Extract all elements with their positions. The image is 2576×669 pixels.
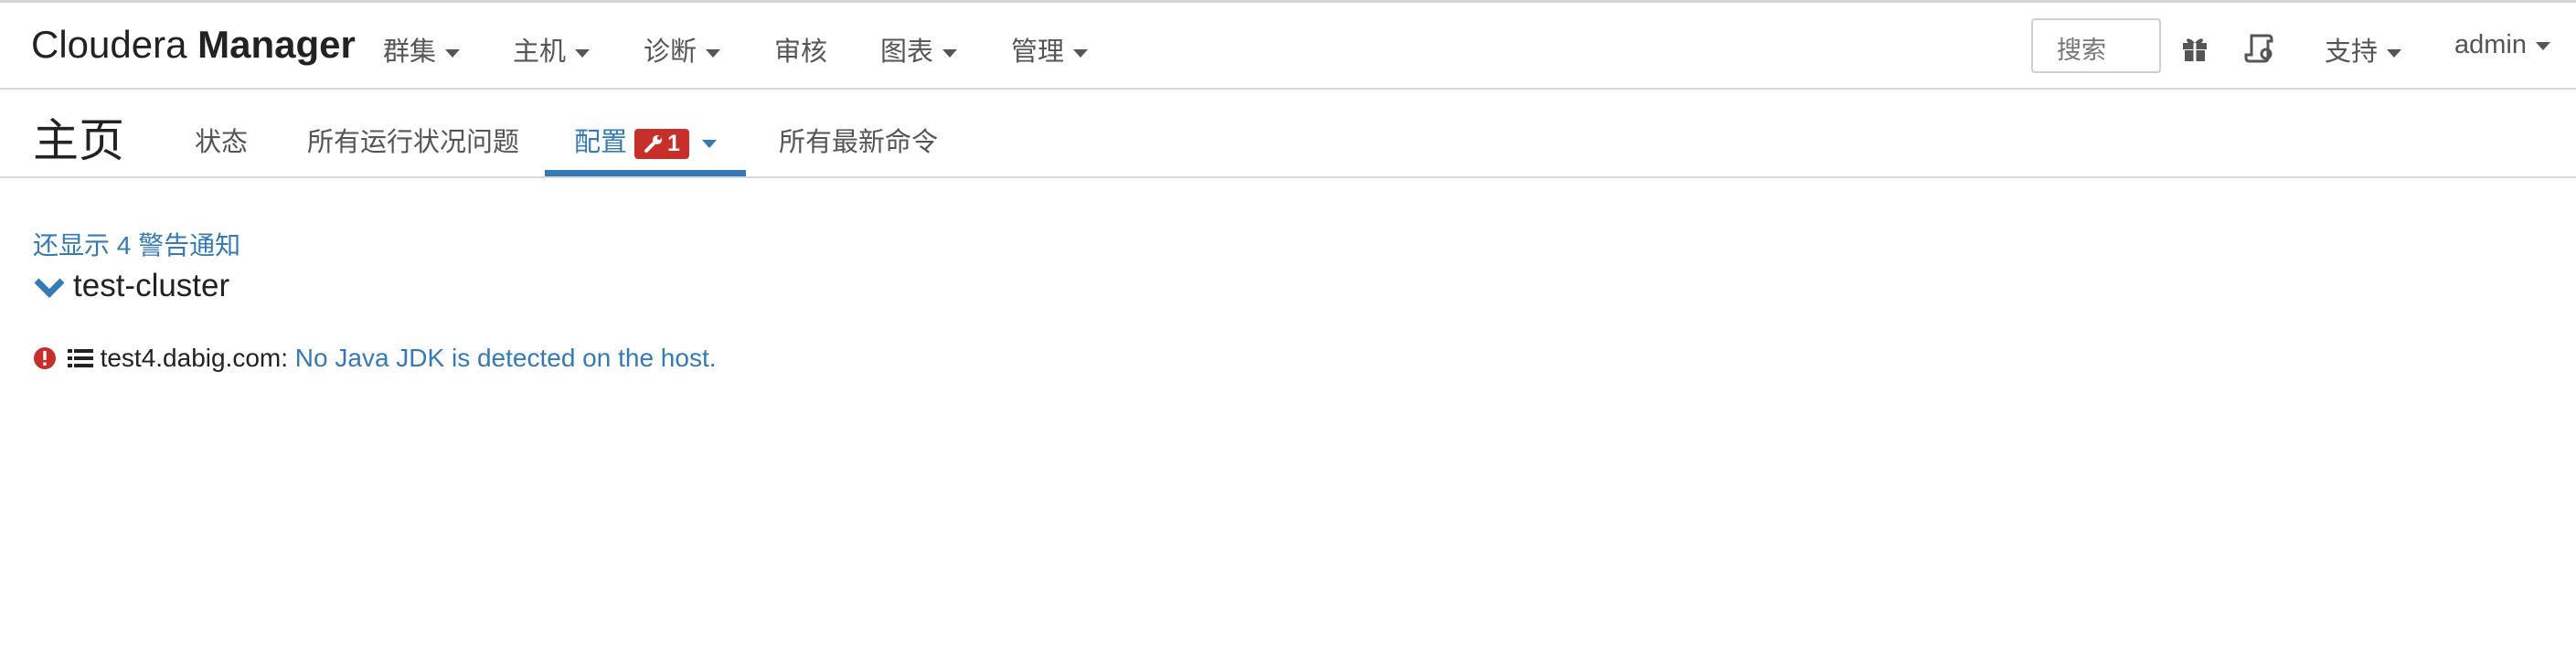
- support-label: 支持: [2325, 37, 2379, 67]
- nav-menu-hosts[interactable]: 主机: [513, 30, 591, 69]
- caret-down-icon: [575, 48, 591, 58]
- cluster-header[interactable]: test-cluster: [33, 268, 229, 304]
- tab-label: 配置: [574, 128, 628, 157]
- brand-name-bold: Manager: [197, 23, 356, 66]
- active-tab-indicator: [545, 170, 746, 176]
- nav-menu-diagnostics[interactable]: 诊断: [644, 30, 721, 69]
- list-icon: [67, 349, 93, 367]
- issue-message-link[interactable]: No Java JDK is detected on the host.: [295, 344, 717, 372]
- caret-down-icon: [942, 48, 958, 58]
- caret-down-icon: [2536, 41, 2550, 50]
- caret-down-icon: [1073, 48, 1089, 58]
- user-label: admin: [2454, 30, 2527, 59]
- nav-menu-label: 图表: [880, 37, 934, 67]
- top-navbar: Cloudera Manager 群集 主机 诊断 审核 图表 管理 支持: [0, 0, 2576, 90]
- search-input[interactable]: [2031, 18, 2161, 73]
- tab-status[interactable]: 状态: [195, 121, 248, 159]
- badge-count: 1: [667, 130, 680, 156]
- caret-down-icon: [445, 48, 461, 58]
- health-issue-row: test4.dabig.com: No Java JDK is detected…: [33, 344, 717, 373]
- tab-health-issues[interactable]: 所有运行状况问题: [307, 121, 519, 159]
- nav-menu-label: 管理: [1011, 37, 1065, 67]
- nav-menu-label: 诊断: [644, 37, 697, 67]
- nav-menu-administration[interactable]: 管理: [1011, 30, 1089, 69]
- error-icon: [34, 347, 56, 369]
- parcel-icon[interactable]: [2244, 32, 2275, 63]
- show-warnings-link[interactable]: 还显示 4 警告通知: [33, 226, 240, 262]
- page-subnav: 主页 状态 所有运行状况问题 配置 1 所有最新命令: [0, 90, 2576, 178]
- tab-label: 所有最新命令: [779, 128, 939, 157]
- cluster-name: test-cluster: [73, 268, 230, 303]
- page-title: 主页: [33, 115, 124, 166]
- user-menu[interactable]: admin: [2454, 30, 2550, 60]
- nav-menu-charts[interactable]: 图表: [880, 30, 958, 69]
- nav-menu-audits[interactable]: 审核: [774, 30, 827, 69]
- config-issue-badge: 1: [634, 128, 689, 159]
- nav-menu-label: 审核: [774, 37, 828, 67]
- tab-label: 状态: [195, 128, 249, 157]
- nav-menu-label: 主机: [513, 37, 567, 67]
- tab-configuration[interactable]: 配置 1: [574, 121, 717, 159]
- caret-down-icon: [2387, 48, 2402, 58]
- caret-down-icon: [701, 139, 717, 148]
- tab-recent-commands[interactable]: 所有最新命令: [779, 121, 938, 159]
- nav-menu-label: 群集: [383, 37, 437, 67]
- gift-icon[interactable]: [2179, 32, 2210, 63]
- wrench-icon: [644, 134, 663, 153]
- brand-logo[interactable]: Cloudera Manager: [31, 23, 356, 67]
- caret-down-icon: [706, 48, 721, 58]
- chevron-down-icon[interactable]: [33, 276, 66, 298]
- nav-menu-clusters[interactable]: 群集: [383, 30, 461, 69]
- issue-host[interactable]: test4.dabig.com:: [101, 344, 288, 372]
- brand-name-light: Cloudera: [31, 23, 187, 66]
- support-menu[interactable]: 支持: [2325, 30, 2402, 69]
- tab-label: 所有运行状况问题: [307, 128, 520, 157]
